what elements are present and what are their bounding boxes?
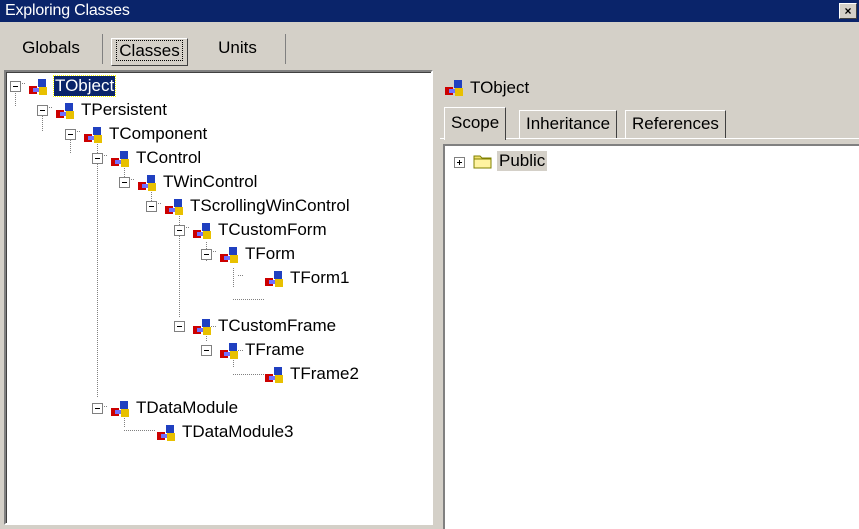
tree-node-tdatamodule3[interactable]: TDataModule3	[138, 422, 358, 444]
tree-node-tframe[interactable]: TFrame	[201, 340, 381, 362]
collapse-icon[interactable]	[65, 129, 76, 140]
tab-globals-label: Globals	[22, 38, 80, 57]
scope-item-public[interactable]: Public	[497, 151, 548, 171]
class-icon	[193, 319, 211, 335]
collapse-icon[interactable]	[146, 201, 157, 212]
tree-node-tscrollingwincontrol[interactable]: TScrollingWinControl	[146, 196, 416, 218]
tree-node-label: TDataModule3	[182, 422, 294, 441]
tree-node-tpersistent[interactable]: TPersistent	[37, 100, 217, 122]
collapse-icon[interactable]	[201, 249, 212, 260]
tree-node-tform1[interactable]: TForm1	[246, 268, 416, 290]
class-icon	[157, 425, 175, 441]
tab-scope[interactable]: Scope	[444, 107, 507, 140]
scope-tree[interactable]: Public	[443, 144, 859, 529]
tree-node-label: TFrame2	[290, 364, 359, 383]
folder-icon	[473, 155, 492, 169]
tab-references-label: References	[632, 114, 719, 133]
tab-units-label: Units	[218, 38, 257, 57]
tree-node-label: TPersistent	[81, 100, 167, 119]
window-title: Exploring Classes	[5, 2, 130, 19]
class-icon	[220, 343, 238, 359]
tree-node-tobject[interactable]: TObject	[10, 75, 170, 98]
class-icon	[265, 271, 283, 287]
title-bar: Exploring Classes ×	[0, 0, 859, 22]
class-icon	[56, 103, 74, 119]
collapse-icon[interactable]	[37, 105, 48, 116]
class-tree[interactable]: TObject TPersistent TComponent TControl	[4, 70, 433, 525]
collapse-icon[interactable]	[10, 81, 21, 92]
tree-node-tcontrol[interactable]: TControl	[92, 148, 292, 170]
tab-globals[interactable]: Globals	[0, 34, 103, 64]
class-icon	[111, 401, 129, 417]
class-icon	[84, 127, 102, 143]
main-tabs: Globals Classes Units	[0, 23, 859, 70]
class-icon	[111, 151, 129, 167]
tab-classes-label: Classes	[116, 40, 183, 61]
collapse-icon[interactable]	[174, 225, 185, 236]
tree-node-tcomponent[interactable]: TComponent	[65, 124, 265, 146]
tree-node-label: TDataModule	[136, 398, 239, 417]
class-icon	[445, 80, 463, 96]
tree-node-label: TCustomForm	[218, 220, 327, 239]
class-icon	[29, 79, 47, 95]
tab-inheritance[interactable]: Inheritance	[519, 110, 618, 138]
detail-panel: TObject Scope Inheritance References Pub…	[440, 70, 859, 529]
tab-scope-label: Scope	[451, 113, 500, 132]
selected-object-label: TObject	[470, 78, 530, 97]
class-icon	[193, 223, 211, 239]
detail-tabs: Scope Inheritance References	[440, 107, 859, 143]
close-button[interactable]: ×	[839, 3, 857, 19]
tree-node-label: TControl	[136, 148, 202, 167]
collapse-icon[interactable]	[174, 321, 185, 332]
tree-node-tform[interactable]: TForm	[201, 244, 381, 266]
tree-node-tcustomform[interactable]: TCustomForm	[174, 220, 394, 242]
tab-units[interactable]: Units	[190, 34, 286, 64]
class-icon	[138, 175, 156, 191]
close-icon: ×	[844, 4, 852, 18]
collapse-icon[interactable]	[92, 403, 103, 414]
collapse-icon[interactable]	[119, 177, 130, 188]
tab-classes[interactable]: Classes	[111, 38, 188, 66]
expand-icon[interactable]	[454, 157, 465, 168]
tab-inheritance-label: Inheritance	[526, 114, 611, 133]
tree-node-label: TWinControl	[163, 172, 258, 191]
class-icon	[220, 247, 238, 263]
tree-node-label: TFrame	[245, 340, 305, 359]
tree-node-tcustomframe[interactable]: TCustomFrame	[174, 316, 394, 338]
tree-node-tframe2[interactable]: TFrame2	[246, 364, 416, 386]
tree-node-label: TScrollingWinControl	[190, 196, 350, 215]
tab-references[interactable]: References	[625, 110, 726, 138]
collapse-icon[interactable]	[201, 345, 212, 356]
tree-node-tdatamodule[interactable]: TDataModule	[92, 398, 312, 420]
class-icon	[165, 199, 183, 215]
tree-node-label: TCustomFrame	[218, 316, 337, 335]
tree-node-label: TForm1	[290, 268, 350, 287]
tree-node-label: TForm	[245, 244, 296, 263]
tree-node-label: TObject	[52, 75, 117, 97]
tree-node-twincontrol[interactable]: TWinControl	[119, 172, 319, 194]
class-icon	[265, 367, 283, 383]
collapse-icon[interactable]	[92, 153, 103, 164]
tree-node-label: TComponent	[109, 124, 208, 143]
